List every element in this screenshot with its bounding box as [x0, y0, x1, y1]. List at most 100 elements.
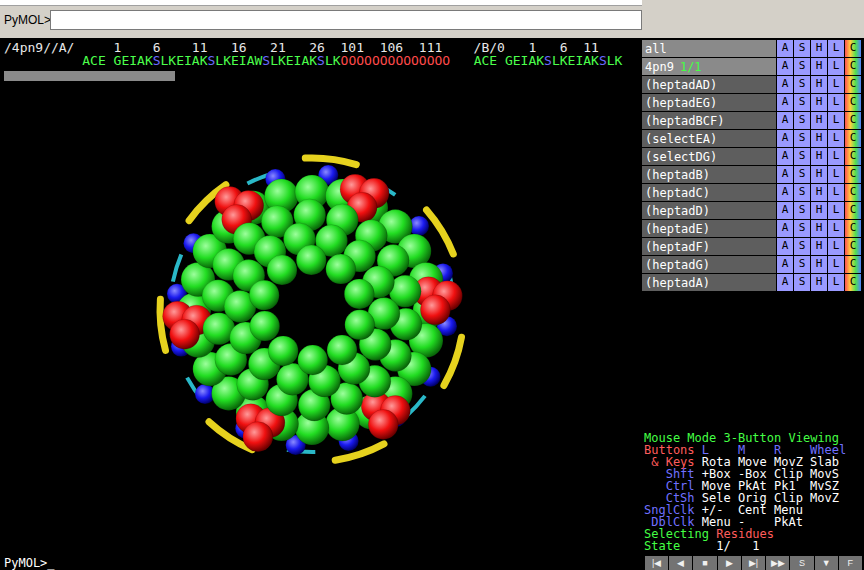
object-action-button[interactable]: H — [811, 58, 827, 75]
object-action-button[interactable]: L — [828, 202, 844, 219]
object-action-button[interactable]: C — [845, 76, 861, 93]
residue-segment[interactable]: LKEIAK — [161, 53, 208, 68]
object-row[interactable]: 4pn91/1ASHLC — [642, 58, 864, 76]
sequence-scrollbar[interactable] — [4, 71, 638, 81]
object-action-button[interactable]: L — [828, 40, 844, 57]
residue-segment[interactable]: S — [599, 53, 607, 68]
object-action-button[interactable]: A — [777, 76, 793, 93]
object-action-button[interactable]: A — [777, 130, 793, 147]
object-action-button[interactable]: C — [845, 148, 861, 165]
object-action-button[interactable]: L — [828, 94, 844, 111]
object-action-button[interactable]: L — [828, 220, 844, 237]
object-action-button[interactable]: S — [794, 166, 810, 183]
object-action-button[interactable]: S — [794, 184, 810, 201]
object-action-button[interactable]: L — [828, 184, 844, 201]
object-action-button[interactable]: C — [845, 40, 861, 57]
movie-button[interactable]: ▶▶ — [766, 556, 789, 570]
object-action-button[interactable]: C — [845, 166, 861, 183]
object-row[interactable]: (heptadBCF)ASHLC — [642, 112, 864, 130]
object-action-button[interactable]: H — [811, 148, 827, 165]
object-row[interactable]: (selectEA)ASHLC — [642, 130, 864, 148]
object-row[interactable]: (heptadA)ASHLC — [642, 274, 864, 292]
movie-button[interactable]: S — [790, 556, 813, 570]
selecting-value[interactable]: Residues — [716, 527, 774, 541]
movie-button[interactable]: ▶ — [718, 556, 741, 570]
object-name[interactable]: (selectDG) — [642, 148, 776, 165]
object-action-button[interactable]: L — [828, 238, 844, 255]
object-action-button[interactable]: A — [777, 184, 793, 201]
object-action-button[interactable]: S — [794, 148, 810, 165]
object-action-button[interactable]: L — [828, 76, 844, 93]
sequence-viewer[interactable]: /4pn9//A/ 1 6 11 16 21 26 101 106 111 /B… — [0, 38, 642, 82]
object-action-button[interactable]: A — [777, 58, 793, 75]
movie-button[interactable]: |◀ — [645, 556, 668, 570]
movie-button[interactable]: ▶| — [742, 556, 765, 570]
residue-segment[interactable]: ACE GEIAK — [82, 53, 152, 68]
object-action-button[interactable]: H — [811, 184, 827, 201]
movie-button[interactable]: ▼ — [815, 556, 838, 570]
object-action-button[interactable]: H — [811, 202, 827, 219]
object-row[interactable]: (heptadEG)ASHLC — [642, 94, 864, 112]
object-action-button[interactable]: C — [845, 202, 861, 219]
object-row[interactable]: (heptadB)ASHLC — [642, 166, 864, 184]
object-action-button[interactable]: L — [828, 274, 844, 291]
object-action-button[interactable]: H — [811, 274, 827, 291]
object-action-button[interactable]: C — [845, 238, 861, 255]
object-action-button[interactable]: H — [811, 220, 827, 237]
object-action-button[interactable]: L — [828, 148, 844, 165]
object-action-button[interactable]: H — [811, 40, 827, 57]
object-action-button[interactable]: C — [845, 220, 861, 237]
residue-segment[interactable]: S — [317, 53, 325, 68]
molecule-render[interactable] — [0, 82, 642, 556]
object-action-button[interactable]: C — [845, 274, 861, 291]
object-action-button[interactable]: A — [777, 274, 793, 291]
object-action-button[interactable]: H — [811, 76, 827, 93]
object-name[interactable]: (heptadD) — [642, 202, 776, 219]
object-action-button[interactable]: S — [794, 130, 810, 147]
object-name[interactable]: (heptadA) — [642, 274, 776, 291]
object-row[interactable]: (heptadG)ASHLC — [642, 256, 864, 274]
object-row[interactable]: (heptadF)ASHLC — [642, 238, 864, 256]
object-action-button[interactable]: H — [811, 94, 827, 111]
object-action-button[interactable]: A — [777, 256, 793, 273]
object-name[interactable]: 4pn91/1 — [642, 58, 776, 75]
residue-segment[interactable]: LKEIAW — [215, 53, 262, 68]
object-action-button[interactable]: H — [811, 130, 827, 147]
object-action-button[interactable]: S — [794, 238, 810, 255]
object-action-button[interactable]: L — [828, 112, 844, 129]
object-name[interactable]: (selectEA) — [642, 130, 776, 147]
object-name[interactable]: (heptadEG) — [642, 94, 776, 111]
object-action-button[interactable]: S — [794, 58, 810, 75]
object-action-button[interactable]: S — [794, 112, 810, 129]
object-name[interactable]: (heptadBCF) — [642, 112, 776, 129]
object-action-button[interactable]: S — [794, 40, 810, 57]
object-action-button[interactable]: S — [794, 94, 810, 111]
object-row[interactable]: allASHLC — [642, 40, 864, 58]
object-action-button[interactable]: H — [811, 166, 827, 183]
scrollbar-thumb[interactable] — [4, 71, 175, 81]
object-name[interactable]: (heptadF) — [642, 238, 776, 255]
object-row[interactable]: (heptadE)ASHLC — [642, 220, 864, 238]
object-name[interactable]: (heptadG) — [642, 256, 776, 273]
object-action-button[interactable]: A — [777, 148, 793, 165]
residue-segment[interactable]: OOOOOOOOOOOOOO — [341, 53, 451, 68]
object-action-button[interactable]: C — [845, 58, 861, 75]
command-input[interactable] — [50, 10, 642, 30]
object-action-button[interactable]: H — [811, 256, 827, 273]
viewer[interactable]: /4pn9//A/ 1 6 11 16 21 26 101 106 111 /B… — [0, 38, 642, 556]
residue-segment[interactable]: S — [153, 53, 161, 68]
movie-button[interactable]: F — [839, 556, 862, 570]
object-action-button[interactable]: L — [828, 256, 844, 273]
object-name[interactable]: (heptadAD) — [642, 76, 776, 93]
object-name[interactable]: (heptadB) — [642, 166, 776, 183]
residue-segment[interactable]: S — [544, 53, 552, 68]
object-action-button[interactable]: A — [777, 202, 793, 219]
molecule-canvas[interactable] — [0, 82, 642, 556]
residue-segment[interactable]: LK — [607, 53, 623, 68]
object-action-button[interactable]: S — [794, 256, 810, 273]
object-action-button[interactable]: A — [777, 166, 793, 183]
object-action-button[interactable]: L — [828, 166, 844, 183]
object-action-button[interactable]: L — [828, 130, 844, 147]
object-action-button[interactable]: C — [845, 184, 861, 201]
movie-button[interactable]: ◀ — [669, 556, 692, 570]
